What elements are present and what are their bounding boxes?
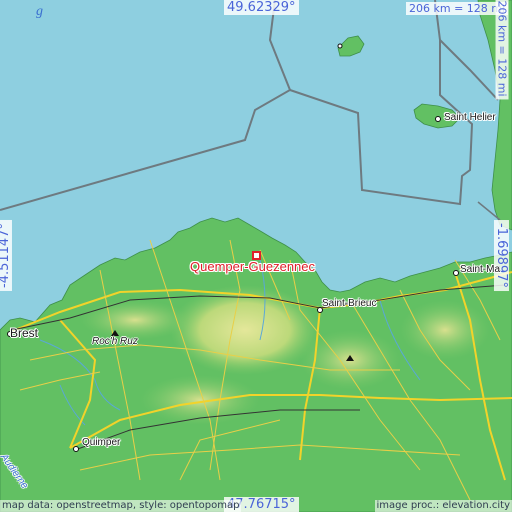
city-label-saint-malo: Saint-Ma [460,264,501,275]
saint-helier-marker [435,116,441,122]
guernsey-marker [337,43,343,49]
hill-far-east [400,300,490,360]
credit-left: map data: openstreetmap, style: opentopo… [0,500,242,512]
quimper-marker [73,446,79,452]
hill-arree [80,300,190,340]
map-canvas [0,0,512,512]
city-label-quimper: Quimper [82,437,121,448]
scale-horizontal: 206 km = 128 mi [406,2,509,15]
selected-place-marker [252,251,261,260]
coord-top: 49.62329° [224,0,299,15]
credit-right: image proc.: elevation.city [374,500,512,512]
sea-label: g [36,4,43,19]
coord-right: -1.69897° [493,220,509,291]
city-label-saint-brieuc: Saint-Brieuc [322,298,377,309]
place-label-roch-ruz: Roc'h Ruz [92,336,138,347]
scale-vertical: 206 km = 128 mi [495,0,509,100]
map-view[interactable]: g 49.62329° 47.76715° -4.51147° -1.69897… [0,0,512,512]
coord-left: -4.51147° [0,220,12,291]
saint-malo-marker [453,270,459,276]
city-label-brest: Brest [10,326,39,340]
city-label-saint-helier: Saint Helier [444,112,496,123]
selected-place-label: Quemper-Guezennec [190,259,316,274]
